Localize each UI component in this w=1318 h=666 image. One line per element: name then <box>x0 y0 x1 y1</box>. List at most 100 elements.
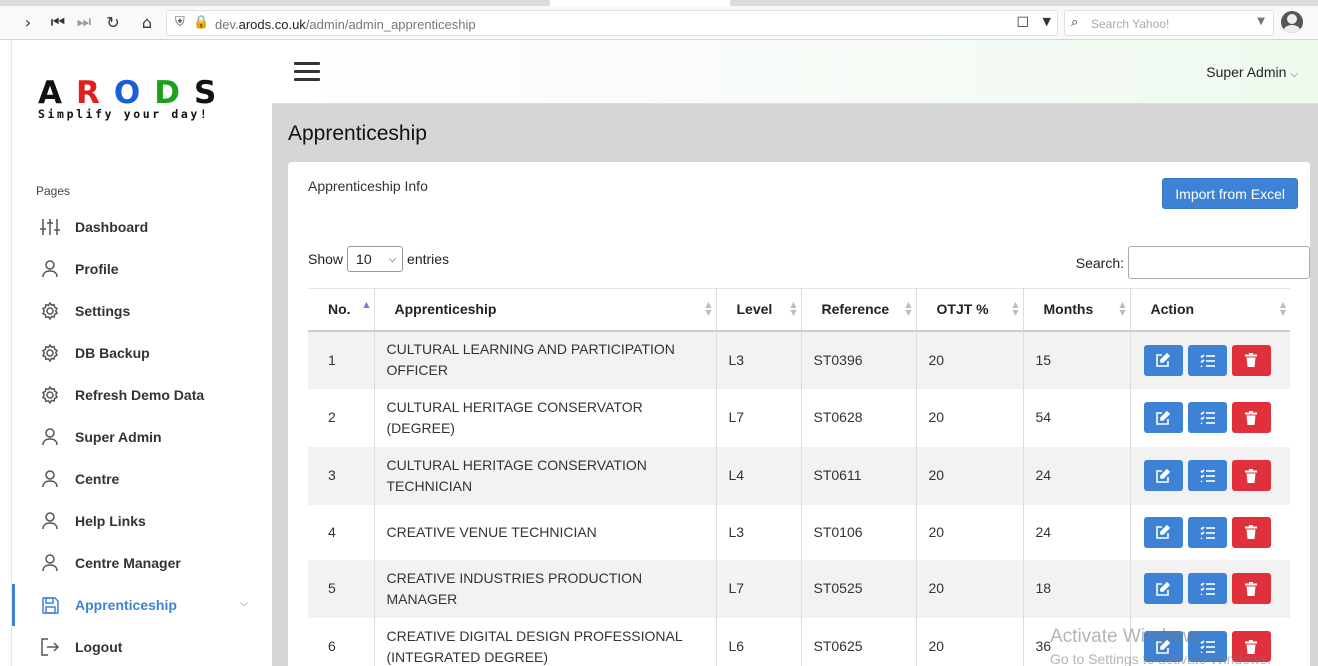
cell-months: 54 <box>1023 388 1131 447</box>
edit-button[interactable] <box>1143 344 1183 376</box>
address-bar[interactable]: ⛨ 🔒 dev.arods.co.uk/admin/admin_apprenti… <box>166 10 1058 36</box>
sidebar-item-label: Dashboard <box>75 219 149 235</box>
sidebar-menu: Dashboard Profile Settings DB Backup Ref… <box>12 206 272 666</box>
top-header: Super Admin ⌵ <box>272 40 1318 104</box>
url-path: /admin/admin_apprenticeship <box>305 17 476 32</box>
cell-apprenticeship: CULTURAL LEARNING AND PARTICIPATION OFFIC… <box>374 330 717 389</box>
sidebar-item-label: Help Links <box>75 513 146 529</box>
url-text[interactable]: dev.arods.co.uk/admin/admin_apprenticesh… <box>215 17 476 32</box>
details-button[interactable] <box>1187 402 1227 433</box>
column-header-no[interactable]: No. ▲ <box>308 288 375 332</box>
skip-back-icon[interactable]: ⏮ <box>48 12 68 32</box>
sort-icon: ▲ ▼ <box>705 300 712 317</box>
cell-otjt: 20 <box>916 559 1024 618</box>
cell-reference: ST0525 <box>801 559 917 618</box>
hamburger-menu-icon[interactable] <box>294 62 320 82</box>
cell-no: 4 <box>308 504 375 560</box>
sidebar-item-profile[interactable]: Profile <box>12 248 272 290</box>
cell-apprenticeship: CULTURAL HERITAGE CONSERVATOR (DEGREE) <box>374 388 717 447</box>
arods-logo[interactable]: ARODS Simplify your day! <box>38 76 228 126</box>
apprenticeship-name-line: CREATIVE DIGITAL DESIGN PROFESSIONAL <box>386 627 683 644</box>
column-header-otjt[interactable]: OTJT % ▲ ▼ <box>916 288 1024 332</box>
column-header-months[interactable]: Months ▲ ▼ <box>1023 288 1131 332</box>
trash-icon <box>1245 581 1257 596</box>
sidebar-item-label: Logout <box>75 639 123 655</box>
list-check-icon <box>1199 525 1215 539</box>
skip-forward-icon[interactable]: ⏭ <box>74 12 94 32</box>
column-header-action[interactable]: Action ▲ ▼ <box>1130 288 1290 332</box>
sidebar-item-super-admin[interactable]: Super Admin <box>12 416 272 458</box>
apprenticeship-name-line: CULTURAL LEARNING AND PARTICIPATION <box>386 341 675 357</box>
cell-actions <box>1130 330 1290 389</box>
sidebar-item-db-backup[interactable]: DB Backup <box>12 332 272 374</box>
sidebar-item-centre-manager[interactable]: Centre Manager <box>12 542 272 584</box>
cell-level: L7 <box>716 559 802 618</box>
sidebar-item-settings[interactable]: Settings <box>12 290 272 332</box>
sidebar-item-centre[interactable]: Centre <box>12 458 272 500</box>
table-row: 3 CULTURAL HERITAGE CONSERVATION TECHNICI… <box>308 446 1290 505</box>
lock-icon[interactable]: 🔒 <box>193 15 209 30</box>
delete-button[interactable] <box>1231 516 1271 548</box>
sidebar-item-refresh-demo-data[interactable]: Refresh Demo Data <box>12 374 272 416</box>
sidebar-item-label: Centre <box>75 471 120 487</box>
cell-apprenticeship: CREATIVE INDUSTRIES PRODUCTION MANAGER <box>374 559 717 618</box>
apprenticeship-name-line: OFFICER <box>386 362 448 378</box>
watermark-subtitle: Go to Settings to activate Windows. <box>1050 651 1271 666</box>
sidebar: ARODS Simplify your day! Pages Dashboard… <box>12 40 272 666</box>
delete-button[interactable] <box>1231 344 1271 376</box>
cell-otjt: 20 <box>916 446 1024 505</box>
sidebar-item-logout[interactable]: Logout <box>12 626 272 666</box>
column-header-label: No. <box>328 301 351 318</box>
column-header-level[interactable]: Level ▲ ▼ <box>716 288 802 332</box>
chevron-down-icon[interactable]: ▼ <box>1257 16 1265 27</box>
cell-months: 24 <box>1023 504 1131 560</box>
edit-button[interactable] <box>1143 573 1183 604</box>
details-button[interactable] <box>1187 516 1227 548</box>
forward-icon[interactable]: › <box>18 12 38 32</box>
user-menu[interactable]: Super Admin ⌵ <box>1206 64 1298 80</box>
home-icon[interactable]: ⌂ <box>137 12 157 32</box>
trash-icon <box>1245 468 1257 483</box>
cell-reference: ST0611 <box>801 446 917 505</box>
entries-select[interactable]: 10 ⌵ <box>347 246 404 272</box>
tab-strip <box>0 0 1318 6</box>
bookmark-icon[interactable]: ☐ <box>1016 15 1029 31</box>
edit-button[interactable] <box>1143 402 1183 433</box>
edit-button[interactable] <box>1143 516 1183 548</box>
browser-search-box[interactable]: ⌕ Search Yahoo! ▼ <box>1064 10 1274 36</box>
details-button[interactable] <box>1187 344 1227 376</box>
delete-button[interactable] <box>1231 402 1271 433</box>
sidebar-item-help-links[interactable]: Help Links <box>12 500 272 542</box>
column-header-label: OTJT % <box>936 301 989 318</box>
edit-icon <box>1156 353 1170 367</box>
column-header-reference[interactable]: Reference ▲ ▼ <box>801 288 917 332</box>
windows-activation-watermark: Activate Windows Go to Settings to activ… <box>1050 626 1271 666</box>
account-icon[interactable] <box>1281 11 1303 33</box>
delete-button[interactable] <box>1231 573 1271 604</box>
sidebar-item-apprenticeship[interactable]: Apprenticeship ⌵ <box>12 584 272 626</box>
search-input[interactable] <box>1128 246 1310 279</box>
edit-icon <box>1156 581 1170 596</box>
delete-button[interactable] <box>1231 460 1271 491</box>
edit-button[interactable] <box>1143 460 1183 491</box>
logo-letter: A <box>38 75 76 111</box>
sort-icon: ▲ ▼ <box>905 300 912 317</box>
cell-no: 5 <box>308 559 375 618</box>
cell-otjt: 20 <box>916 617 1024 666</box>
cell-level: L4 <box>716 446 802 505</box>
details-button[interactable] <box>1187 460 1227 491</box>
sidebar-item-dashboard[interactable]: Dashboard <box>12 206 272 248</box>
shield-icon[interactable]: ⛨ <box>175 15 185 30</box>
cell-reference: ST0625 <box>801 617 917 666</box>
reload-icon[interactable]: ↻ <box>103 12 123 32</box>
sort-icon: ▲ ▼ <box>1279 300 1286 317</box>
chevron-down-icon[interactable]: ⌵ <box>240 598 248 609</box>
import-from-excel-button[interactable]: Import from Excel <box>1162 178 1298 209</box>
column-header-apprenticeship[interactable]: Apprenticeship ▲ ▼ <box>374 288 717 332</box>
apprenticeship-name-line: CREATIVE INDUSTRIES PRODUCTION <box>386 569 643 586</box>
cell-level: L3 <box>716 504 802 560</box>
logout-icon <box>40 637 60 657</box>
logo-letter: O <box>113 75 155 111</box>
details-button[interactable] <box>1187 573 1227 604</box>
chevron-down-icon[interactable]: ▼ <box>1043 15 1051 28</box>
